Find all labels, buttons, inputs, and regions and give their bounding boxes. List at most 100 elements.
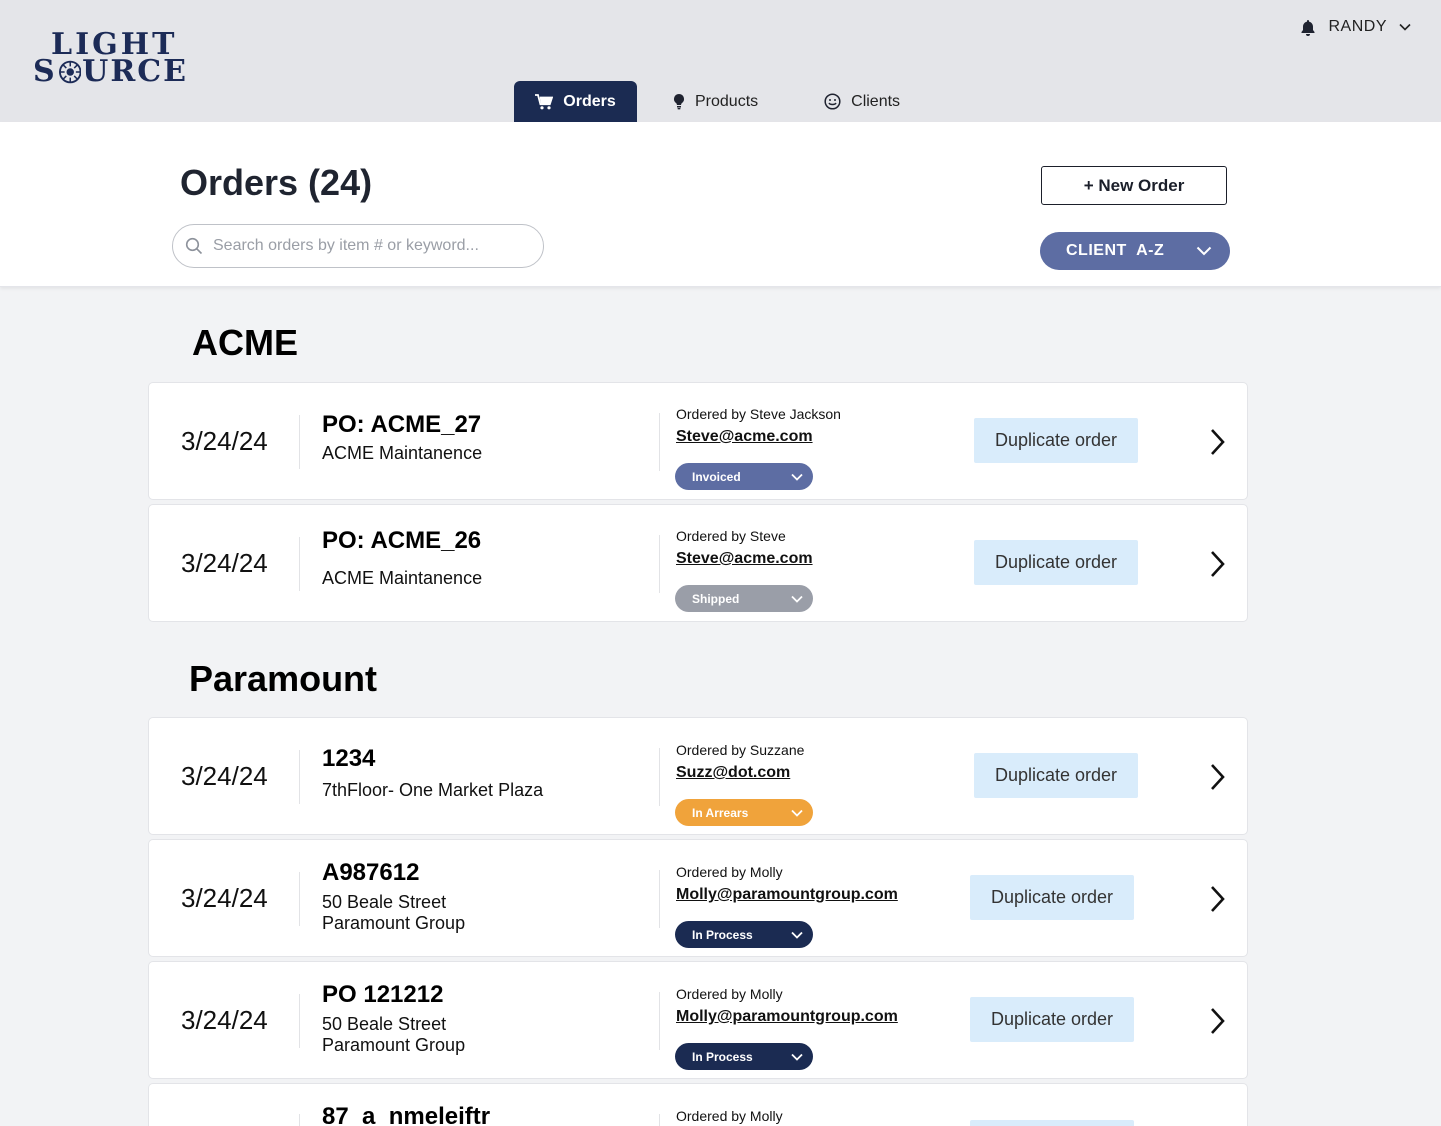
order-po: 1234	[322, 745, 376, 772]
order-po: PO 121212	[322, 981, 444, 1008]
divider	[299, 537, 300, 591]
orderer-email-link[interactable]: Molly@paramountgroup.com	[676, 886, 898, 904]
order-client-line: Paramount Group	[322, 1035, 466, 1055]
logo-letter-s: S	[33, 54, 57, 89]
order-date: 3/24/24	[181, 425, 268, 456]
group-title-paramount: Paramount	[189, 658, 378, 699]
ordered-by: Ordered by Steve	[676, 528, 786, 544]
divider	[659, 992, 660, 1050]
divider	[659, 413, 660, 471]
status-label: In Arrears	[692, 805, 749, 820]
chevron-down-icon	[791, 473, 803, 481]
duplicate-order-button[interactable]: Duplicate order	[974, 540, 1138, 585]
order-address-line: 7thFloor- One Market Plaza	[322, 780, 544, 800]
status-dropdown[interactable]: In Process	[675, 921, 813, 948]
divider	[299, 872, 300, 926]
status-dropdown[interactable]: In Arrears	[675, 799, 813, 826]
bell-icon[interactable]	[1300, 19, 1316, 36]
order-client-line: Paramount Group	[322, 913, 466, 933]
chevron-right-icon[interactable]	[1207, 762, 1227, 792]
tab-products[interactable]: Products	[653, 81, 778, 122]
chevron-down-icon	[791, 595, 803, 603]
order-address-line: ACME Maintanence	[322, 568, 483, 588]
status-dropdown[interactable]: Invoiced	[675, 463, 813, 490]
ordered-by: Ordered by Molly	[676, 1108, 783, 1124]
search-input[interactable]	[213, 237, 513, 255]
chevron-right-icon[interactable]	[1207, 884, 1227, 914]
logo-letters-urce: URCE	[82, 54, 188, 89]
orderer-email-link[interactable]: Molly@paramountgroup.com	[676, 1008, 898, 1026]
chevron-right-icon[interactable]	[1207, 1006, 1227, 1036]
tab-clients-label: Clients	[851, 92, 901, 110]
status-dropdown[interactable]: Shipped	[675, 585, 813, 612]
chevron-down-icon[interactable]	[1399, 23, 1411, 31]
order-card[interactable]: 3/24/24 A987612 50 Beale Street Paramoun…	[148, 839, 1248, 957]
tab-products-label: Products	[695, 92, 759, 110]
orderer-email-link[interactable]: Steve@acme.com	[676, 428, 813, 446]
order-po: PO: ACME_26	[322, 527, 482, 554]
divider	[299, 415, 300, 469]
order-card[interactable]: 3/24/24 1234 7thFloor- One Market Plaza …	[148, 717, 1248, 835]
top-bar: LIGHT S URCE RANDY Orders Products Clien…	[0, 0, 1441, 122]
ordered-by: Ordered by Molly	[676, 864, 783, 880]
duplicate-order-button[interactable]: Duplicate order	[970, 997, 1134, 1042]
group-title-acme: ACME	[192, 322, 298, 363]
divider	[299, 750, 300, 804]
ordered-by: Ordered by Molly	[676, 986, 783, 1002]
duplicate-order-button[interactable]	[970, 1120, 1134, 1126]
page-title: Orders (24)	[180, 162, 373, 203]
divider	[659, 870, 660, 928]
search-icon	[185, 237, 203, 255]
duplicate-order-button[interactable]: Duplicate order	[974, 753, 1138, 798]
cart-icon	[535, 93, 554, 109]
ordered-by: Ordered by Steve Jackson	[676, 406, 841, 422]
status-dropdown[interactable]: In Process	[675, 1043, 813, 1070]
sun-bulb-icon	[58, 60, 82, 84]
status-label: In Process	[692, 927, 753, 942]
order-card[interactable]: 87_a_nmeleiftr Ordered by Molly	[148, 1083, 1248, 1126]
order-date: 3/24/24	[181, 882, 268, 913]
duplicate-order-button[interactable]: Duplicate order	[970, 875, 1134, 920]
chevron-down-icon	[791, 1053, 803, 1061]
sort-label: CLIENT A-Z	[1066, 242, 1165, 259]
order-address-line: ACME Maintanence	[322, 443, 483, 463]
status-label: Shipped	[692, 591, 740, 606]
tab-orders-label: Orders	[563, 92, 616, 110]
divider	[659, 1114, 660, 1126]
duplicate-order-button[interactable]: Duplicate order	[974, 418, 1138, 463]
order-address-line: 50 Beale Street	[322, 1014, 447, 1034]
order-card[interactable]: 3/24/24 PO: ACME_27 ACME Maintanence Ord…	[148, 382, 1248, 500]
order-card[interactable]: 3/24/24 PO 121212 50 Beale Street Paramo…	[148, 961, 1248, 1079]
chevron-right-icon[interactable]	[1207, 549, 1227, 579]
orderer-email-link[interactable]: Suzz@dot.com	[676, 764, 790, 782]
user-menu[interactable]: RANDY	[1300, 18, 1411, 36]
divider	[659, 535, 660, 593]
status-label: In Process	[692, 1049, 753, 1064]
chevron-down-icon	[1196, 246, 1212, 256]
status-label: Invoiced	[692, 469, 741, 484]
lightsource-logo[interactable]: LIGHT S URCE	[33, 30, 188, 87]
order-date: 3/24/24	[181, 547, 268, 578]
main-nav-tabs: Orders Products Clients	[514, 81, 920, 122]
order-address-line: 50 Beale Street	[322, 892, 447, 912]
order-card[interactable]: 3/24/24 PO: ACME_26 ACME Maintanence Ord…	[148, 504, 1248, 622]
tab-clients[interactable]: Clients	[804, 81, 920, 122]
chevron-right-icon[interactable]	[1207, 427, 1227, 457]
smiley-icon	[824, 93, 841, 110]
order-date: 3/24/24	[181, 1004, 268, 1035]
lightbulb-icon	[674, 94, 684, 110]
orderer-email-link[interactable]: Steve@acme.com	[676, 550, 813, 568]
tab-orders[interactable]: Orders	[514, 81, 637, 122]
new-order-button[interactable]: + New Order	[1041, 166, 1227, 205]
sort-dropdown[interactable]: CLIENT A-Z	[1040, 232, 1230, 270]
order-po: A987612	[322, 859, 420, 886]
divider	[659, 748, 660, 806]
chevron-down-icon	[791, 809, 803, 817]
user-name[interactable]: RANDY	[1328, 18, 1387, 36]
orders-header: Orders (24) + New Order CLIENT A-Z	[0, 122, 1441, 287]
divider	[299, 1114, 300, 1126]
chevron-down-icon	[791, 931, 803, 939]
order-po: 87_a_nmeleiftr	[322, 1103, 491, 1126]
divider	[299, 994, 300, 1048]
search-box[interactable]	[172, 224, 544, 268]
